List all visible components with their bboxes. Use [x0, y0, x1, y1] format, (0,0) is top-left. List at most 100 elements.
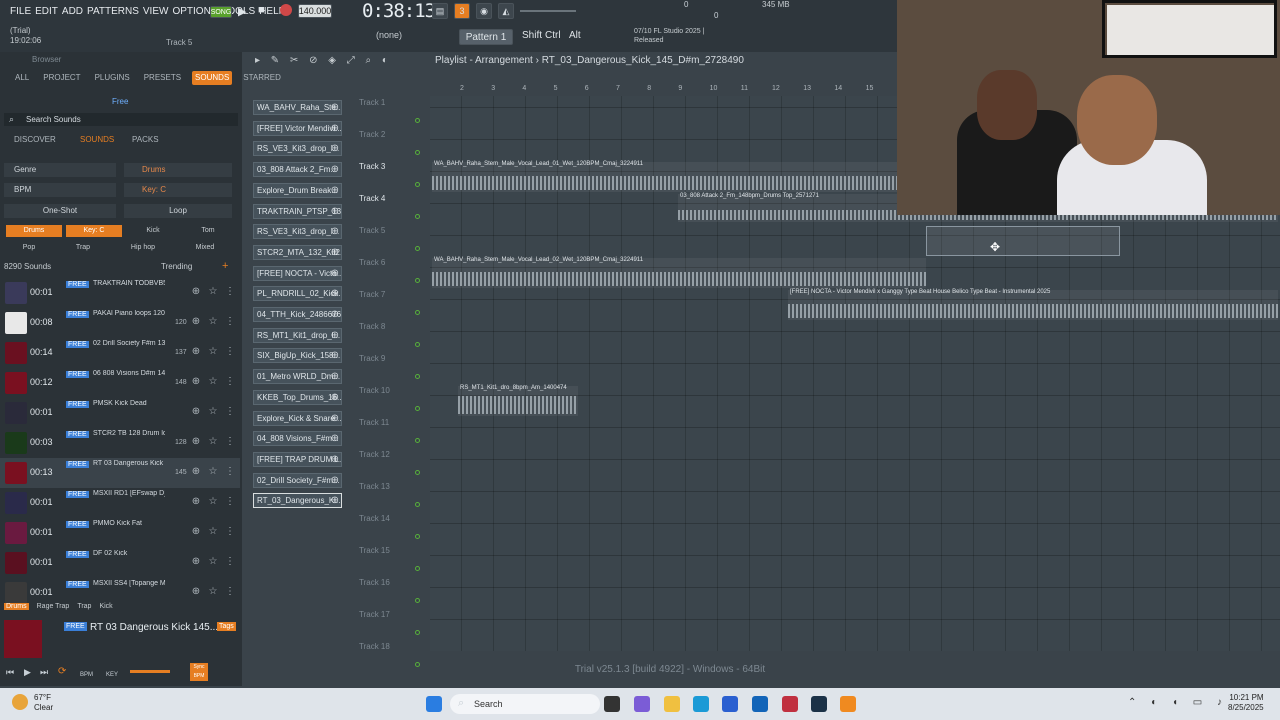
track-label[interactable]: Track 9 [359, 354, 385, 363]
sort-select[interactable]: Trending [161, 262, 192, 271]
pill-mixed[interactable]: Mixed [180, 242, 230, 254]
alt-key[interactable]: Alt [569, 30, 581, 44]
pill-pop[interactable]: Pop [6, 242, 52, 254]
add-channel-icon[interactable]: ⊕ [331, 205, 339, 218]
track-mute-icon[interactable] [415, 246, 420, 251]
sound-row[interactable]: 00:01 FREE PMSK Kick Dead ⊕ ☆ ⋮ [0, 398, 240, 428]
store-icon[interactable] [722, 696, 738, 712]
track-label[interactable]: Track 6 [359, 258, 385, 267]
clip-rs-mt1[interactable]: RS_MT1_Kit1_dro_8bpm_Am_1400474 [458, 385, 578, 416]
channel-item[interactable]: Explore_Drum Break... ⊕ [253, 182, 342, 198]
add-channel-icon[interactable]: ⊕ [331, 267, 339, 280]
menu-edit[interactable]: EDIT [35, 6, 58, 17]
sound-row[interactable]: 00:13 FREE RT 03 Dangerous Kick 14... 14… [0, 458, 240, 488]
sound-name[interactable]: 06 808 Visions D#m 148... [93, 370, 165, 377]
sound-name[interactable]: PMSK Kick Dead [93, 400, 165, 407]
sync-bpm-button[interactable]: Sync BPM [190, 663, 208, 681]
track-mute-icon[interactable] [415, 406, 420, 411]
tab-starred[interactable]: STARRED [240, 71, 284, 85]
track-label[interactable]: Track 17 [359, 610, 390, 619]
channel-item[interactable]: RS_VE3_Kit3_drop_l... ⊕ [253, 224, 342, 240]
channel-item[interactable]: Explore_Kick & Snare... ⊕ [253, 410, 342, 426]
more-icon[interactable]: ⋮ [224, 316, 236, 328]
track-mute-icon[interactable] [415, 534, 420, 539]
play-preview-icon[interactable]: ▶ [24, 667, 31, 678]
more-icon[interactable]: ⋮ [224, 526, 236, 538]
channel-item[interactable]: [FREE] Victor Mendivi... ⊕ [253, 120, 342, 136]
subtab-sounds[interactable]: SOUNDS [80, 135, 114, 144]
track-label[interactable]: Track 5 [359, 226, 385, 235]
add-channel-icon[interactable]: ⊕ [331, 246, 339, 259]
tab-presets[interactable]: PRESETS [141, 71, 184, 85]
tray-icons[interactable]: ⌃ ◐ ◖ ▭ ♪ [1128, 697, 1228, 708]
channel-item[interactable]: [FREE] NOCTA - Victo... ⊕ [253, 265, 342, 281]
add-circle-icon[interactable]: ⊕ [190, 376, 202, 388]
channel-item[interactable]: 04_808 Visions_F#m... ⊕ [253, 431, 342, 447]
track-label[interactable]: Track 4 [359, 194, 385, 203]
add-channel-icon[interactable]: ⊕ [331, 142, 339, 155]
loop-icon[interactable]: ⟳ [58, 666, 66, 677]
tab-plugins[interactable]: PLUGINS [92, 71, 133, 85]
subtab-discover[interactable]: DISCOVER [14, 135, 56, 144]
sound-name[interactable]: RT 03 Dangerous Kick 14... [93, 460, 165, 467]
clip-vocal-lead-02[interactable]: WA_BAHV_Raha_Stem_Male_Vocal_Lead_02_Wet… [432, 257, 926, 288]
menu-file[interactable]: FILE [10, 6, 31, 17]
star-icon[interactable]: ☆ [207, 436, 219, 448]
track-label[interactable]: Track 3 [359, 162, 385, 171]
add-circle-icon[interactable]: ⊕ [190, 556, 202, 568]
tag-trap[interactable]: Trap [77, 603, 91, 610]
more-icon[interactable]: ⋮ [224, 496, 236, 508]
tag-drums[interactable]: Drums [4, 603, 29, 610]
taskbar-search[interactable]: Search [450, 694, 600, 714]
track-mute-icon[interactable] [415, 470, 420, 475]
copilot-icon[interactable] [634, 696, 650, 712]
metronome-icon[interactable]: ◭ [498, 3, 514, 19]
track-mute-icon[interactable] [415, 342, 420, 347]
volume-slider[interactable] [130, 670, 170, 673]
pill-tom[interactable]: Tom [182, 225, 234, 237]
sound-name[interactable]: MSXII SS4 [Topange Ma... [93, 580, 165, 587]
snap-select[interactable]: (none) [376, 30, 422, 44]
track-mute-icon[interactable] [415, 214, 420, 219]
star-icon[interactable]: ☆ [207, 496, 219, 508]
star-icon[interactable]: ☆ [207, 286, 219, 298]
pattern-selector[interactable]: Pattern 1 [459, 29, 513, 45]
track-label[interactable]: Track 13 [359, 482, 390, 491]
song-mode-button[interactable]: SONG [210, 6, 232, 18]
track-mute-icon[interactable] [415, 182, 420, 187]
track-mute-icon[interactable] [415, 438, 420, 443]
tags-button[interactable]: Tags [217, 622, 236, 631]
add-channel-icon[interactable]: ⊕ [331, 494, 339, 507]
sound-row[interactable]: 00:01 FREE MSXII RD1 [EFswap D][1]... ⊕ … [0, 488, 240, 518]
menu-view[interactable]: VIEW [143, 6, 169, 17]
taskview-icon[interactable] [604, 696, 620, 712]
sound-row[interactable]: 00:14 FREE 02 Drill Society F#m 137... 1… [0, 338, 240, 368]
add-channel-icon[interactable]: ⊕ [331, 432, 339, 445]
channel-item[interactable]: RS_VE3_Kit3_drop_l... ⊕ [253, 141, 342, 157]
add-channel-icon[interactable]: ⊕ [331, 122, 339, 135]
track-label[interactable]: Track 7 [359, 290, 385, 299]
channel-item[interactable]: RS_MT1_Kit1_drop_l... ⊕ [253, 327, 342, 343]
track-label[interactable]: Track 16 [359, 578, 390, 587]
master-volume-slider[interactable] [520, 10, 576, 12]
star-icon[interactable]: ☆ [207, 556, 219, 568]
star-icon[interactable]: ☆ [207, 346, 219, 358]
next-icon[interactable]: ⏭ [40, 667, 48, 678]
add-circle-icon[interactable]: ⊕ [190, 586, 202, 598]
add-circle-icon[interactable]: ⊕ [190, 466, 202, 478]
more-icon[interactable]: ⋮ [224, 436, 236, 448]
track-mute-icon[interactable] [415, 150, 420, 155]
more-icon[interactable]: ⋮ [224, 556, 236, 568]
channel-item[interactable]: 04_TTH_Kick_2486676 ⊕ [253, 307, 342, 322]
channel-item[interactable]: STCR2_MTA_132_Kit2... ⊕ [253, 244, 342, 260]
menu-patterns[interactable]: PATTERNS [87, 6, 139, 17]
track-label[interactable]: Track 10 [359, 386, 390, 395]
star-icon[interactable]: ☆ [207, 586, 219, 598]
sound-row[interactable]: 00:01 FREE TRAKTRAIN TODBVB5 Op... ⊕ ☆ ⋮ [0, 278, 240, 308]
add-circle-icon[interactable]: ⊕ [190, 286, 202, 298]
add-circle-icon[interactable]: ⊕ [190, 526, 202, 538]
add-icon[interactable]: + [222, 260, 228, 272]
drums-filter[interactable]: Drums [124, 163, 232, 177]
more-icon[interactable]: ⋮ [224, 286, 236, 298]
key-filter[interactable]: Key: C [124, 183, 232, 197]
